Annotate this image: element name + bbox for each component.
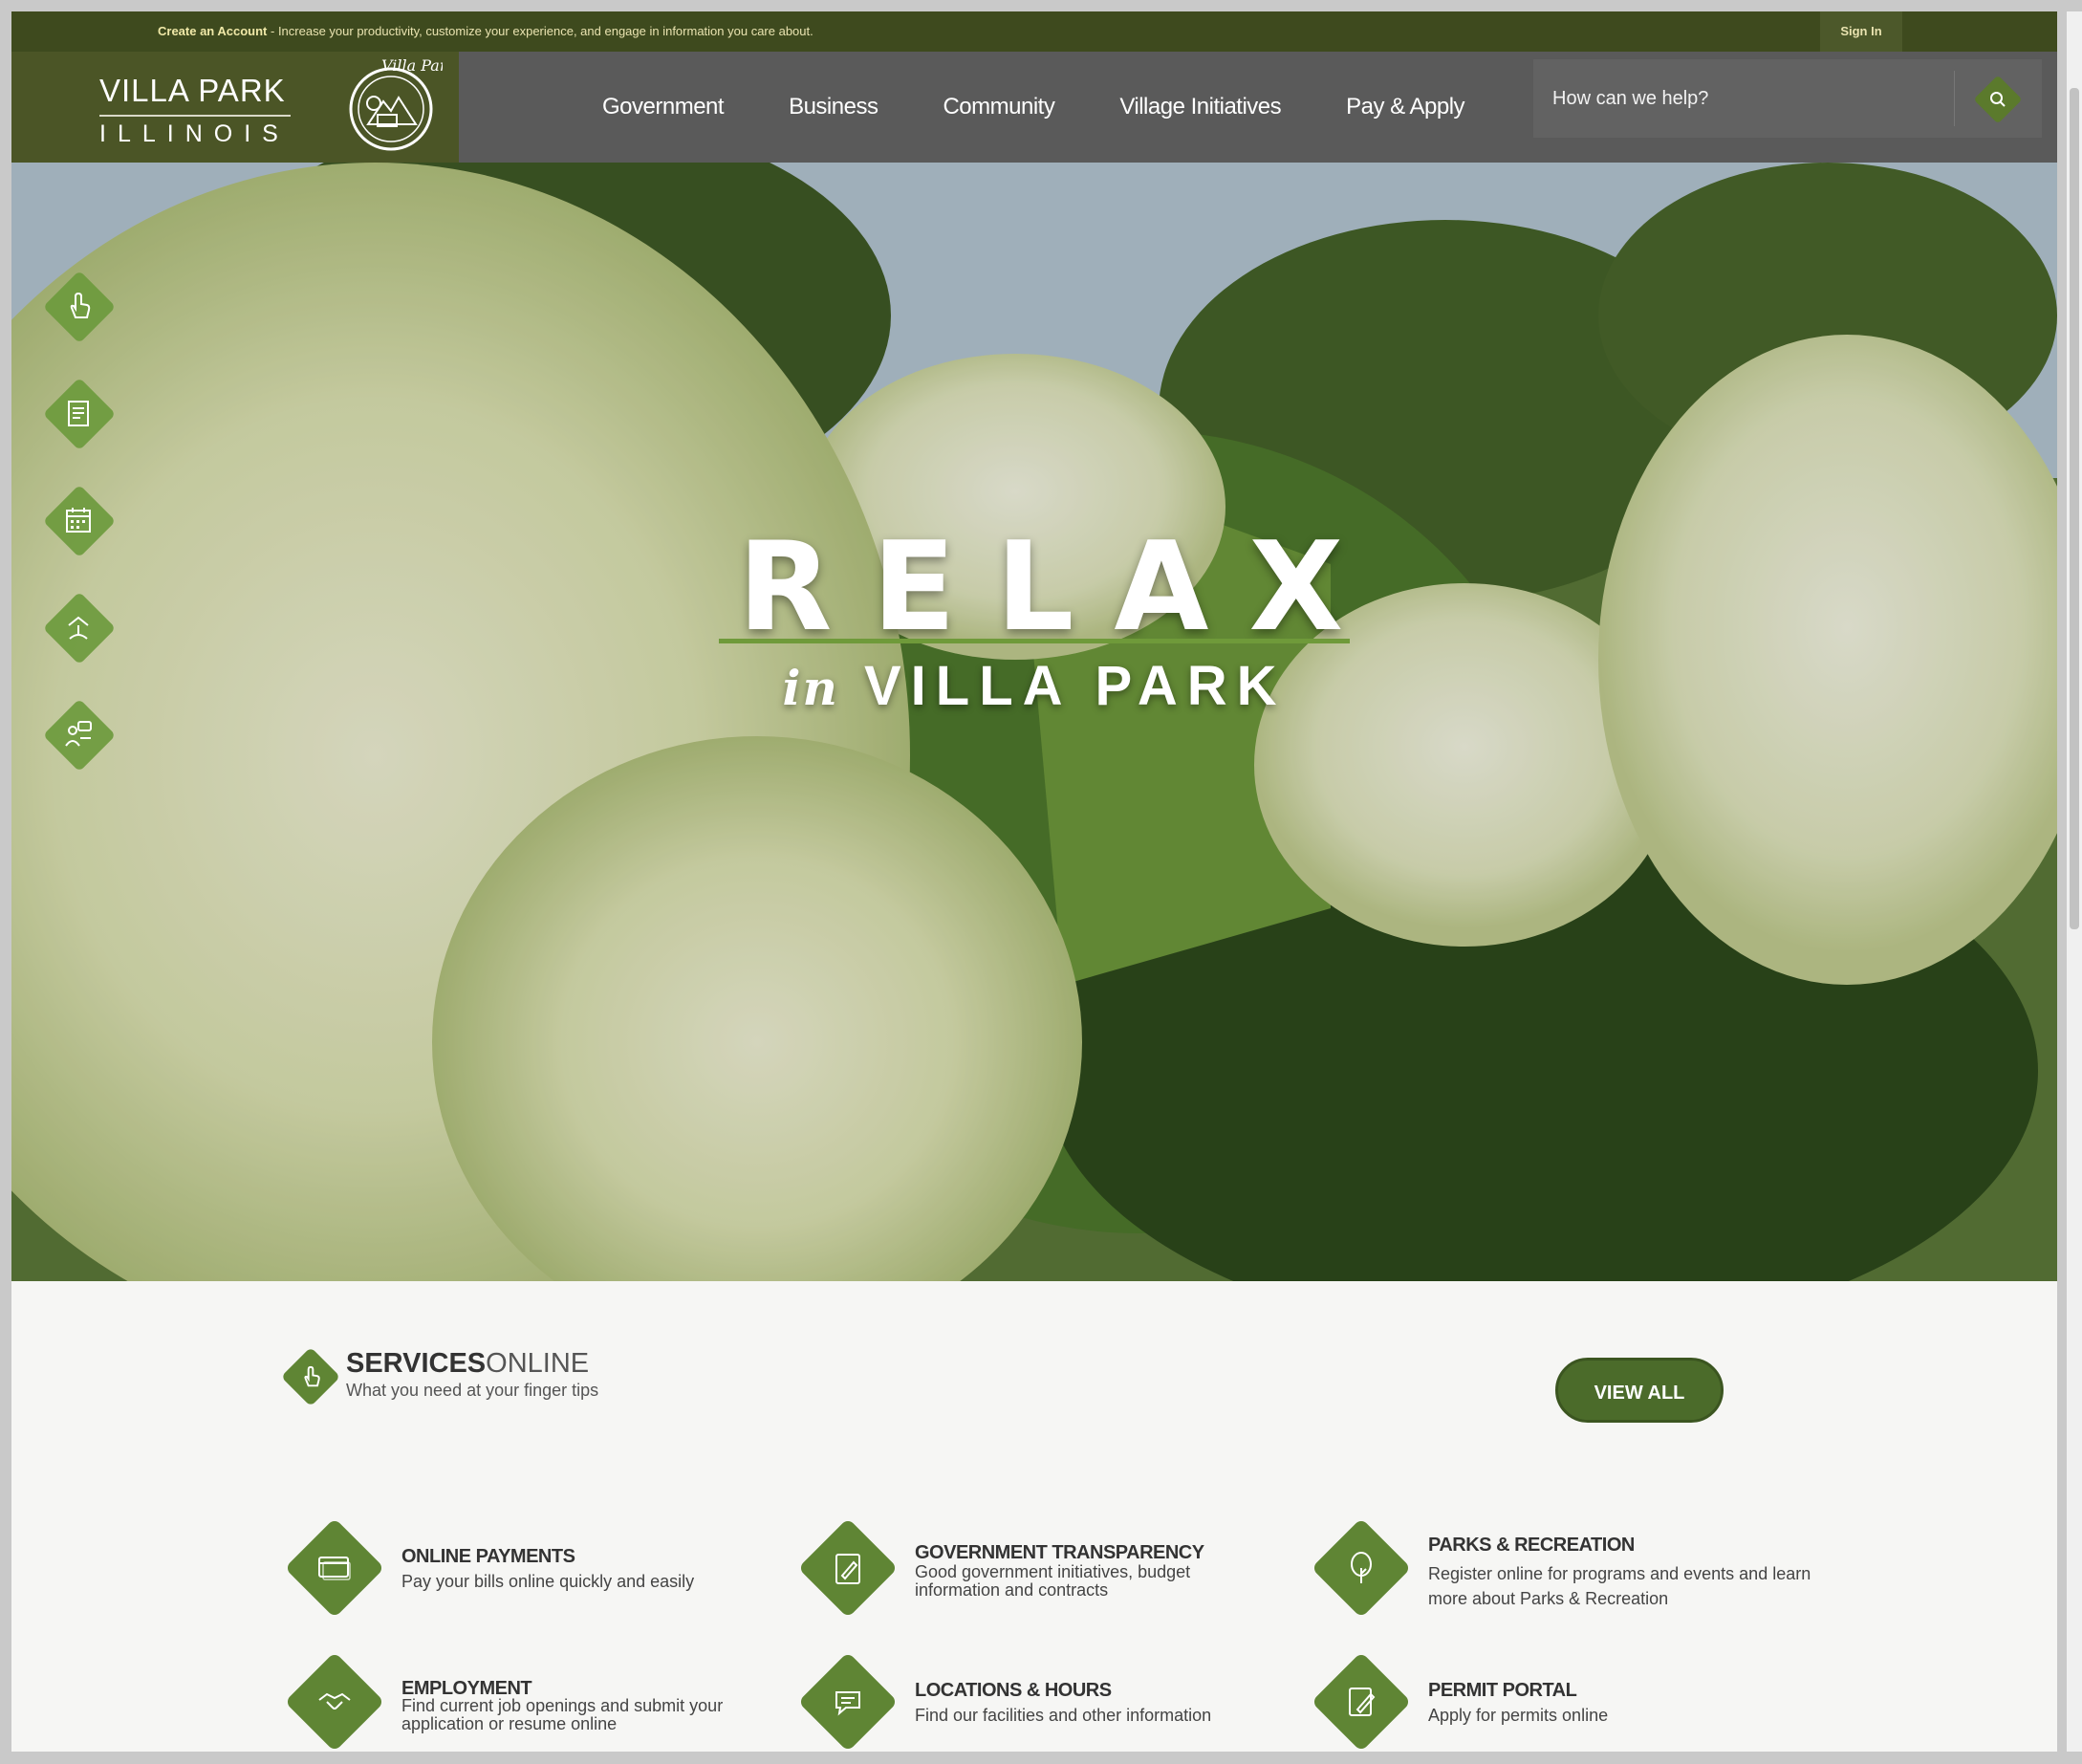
credit-card-icon bbox=[318, 1557, 351, 1580]
search-divider bbox=[1954, 71, 1955, 126]
page: Create an Account - Increase your produc… bbox=[11, 11, 2057, 1752]
hydrangea-photo bbox=[11, 163, 2057, 1281]
tile-icon-badge bbox=[282, 1649, 387, 1752]
logo-name: VILLA PARK bbox=[99, 73, 286, 108]
clipboard-icon bbox=[835, 1554, 860, 1584]
services-online-section: SERVICESONLINE What you need at your fin… bbox=[11, 1281, 2057, 1752]
create-account-link[interactable]: Create an Account bbox=[158, 24, 267, 38]
hero-subtitle-place: VILLA PARK bbox=[863, 655, 1287, 717]
tile-description: Pay your bills online quickly and easily bbox=[401, 1572, 695, 1591]
tile-description: Apply for permits online bbox=[1428, 1706, 1609, 1725]
logo[interactable]: VILLA PARK ILLINOIS Villa Park bbox=[11, 52, 459, 163]
service-tile-permit-portal[interactable]: PERMIT PORTAL Apply for permits online bbox=[1309, 1649, 1806, 1752]
search-box bbox=[1533, 59, 2042, 138]
tile-description: Find current job openings and submit you… bbox=[401, 1696, 724, 1733]
hero-banner: RELAX in VILLA PARK bbox=[11, 163, 2057, 1281]
tile-icon-badge bbox=[282, 1515, 387, 1621]
hero-divider bbox=[719, 639, 1350, 643]
hero-title: RELAX bbox=[11, 516, 2057, 659]
nav-pay-apply[interactable]: Pay & Apply bbox=[1346, 52, 1464, 163]
account-message-text: - Increase your productivity, customize … bbox=[267, 24, 813, 38]
tile-icon-badge bbox=[1309, 1515, 1414, 1621]
tile-title: PARKS & RECREATION bbox=[1428, 1535, 1635, 1556]
service-tile-online-payments[interactable]: ONLINE PAYMENTS Pay your bills online qu… bbox=[282, 1515, 779, 1630]
quick-link-community[interactable] bbox=[40, 696, 117, 773]
tile-title: PERMIT PORTAL bbox=[1428, 1680, 1577, 1701]
logo-divider bbox=[99, 115, 291, 117]
tile-icon-badge bbox=[795, 1649, 900, 1752]
tile-title: ONLINE PAYMENTS bbox=[401, 1546, 575, 1567]
service-tile-employment[interactable]: EMPLOYMENT Find current job openings and… bbox=[282, 1649, 779, 1752]
chat-bubble-icon bbox=[835, 1691, 860, 1716]
account-message: Create an Account - Increase your produc… bbox=[158, 24, 813, 38]
main-nav: Government Business Community Village In… bbox=[602, 52, 1529, 163]
quick-link-services[interactable] bbox=[40, 268, 117, 344]
calendar-icon bbox=[66, 508, 91, 533]
quick-link-government[interactable] bbox=[40, 589, 117, 665]
search-button[interactable] bbox=[1973, 75, 2023, 124]
account-bar: Create an Account - Increase your produc… bbox=[11, 11, 2057, 52]
nav-business[interactable]: Business bbox=[789, 52, 878, 163]
tile-description: Find our facilities and other informatio… bbox=[915, 1706, 1212, 1725]
tile-description: Good government initiatives, budget info… bbox=[915, 1562, 1191, 1600]
services-title-light: ONLINE bbox=[486, 1348, 590, 1379]
hand-pointer-icon bbox=[70, 292, 91, 318]
scrollbar-thumb[interactable] bbox=[2070, 88, 2079, 929]
community-chat-icon bbox=[65, 721, 92, 747]
service-tile-government-transparency[interactable]: GOVERNMENT TRANSPARENCY Good government … bbox=[795, 1515, 1292, 1630]
village-seal-icon: Villa Park bbox=[349, 59, 443, 151]
search-icon bbox=[1990, 92, 2006, 107]
logo-state: ILLINOIS bbox=[99, 120, 290, 147]
services-title-bold: SERVICES bbox=[346, 1348, 487, 1379]
nav-government[interactable]: Government bbox=[602, 52, 725, 163]
services-title: SERVICESONLINE bbox=[346, 1348, 589, 1380]
seal-text: Villa Park bbox=[381, 59, 443, 75]
services-header-badge bbox=[280, 1346, 341, 1407]
landmark-icon bbox=[68, 616, 89, 640]
hand-pointer-icon bbox=[304, 1365, 320, 1387]
tile-title: GOVERNMENT TRANSPARENCY bbox=[915, 1542, 1204, 1563]
nav-community[interactable]: Community bbox=[943, 52, 1054, 163]
services-subtitle: What you need at your finger tips bbox=[346, 1381, 599, 1400]
tile-icon-badge bbox=[795, 1515, 900, 1621]
quick-link-documents[interactable] bbox=[40, 375, 117, 451]
search-input[interactable] bbox=[1552, 80, 1916, 117]
document-icon bbox=[68, 401, 89, 426]
tile-description: Register online for programs and events … bbox=[1428, 1564, 1811, 1608]
service-tile-locations-hours[interactable]: LOCATIONS & HOURS Find our facilities an… bbox=[795, 1649, 1292, 1752]
service-tile-parks-recreation[interactable]: PARKS & RECREATION Register online for p… bbox=[1309, 1515, 1811, 1630]
view-all-button[interactable]: VIEW ALL bbox=[1555, 1358, 1724, 1423]
permit-icon bbox=[1349, 1688, 1376, 1716]
nav-village-initiatives[interactable]: Village Initiatives bbox=[1119, 52, 1281, 163]
tile-icon-badge bbox=[1309, 1649, 1414, 1752]
tile-title: LOCATIONS & HOURS bbox=[915, 1680, 1112, 1701]
tree-icon bbox=[1351, 1552, 1372, 1583]
handshake-icon bbox=[318, 1692, 351, 1710]
page-scrollbar[interactable] bbox=[2067, 11, 2082, 1752]
hero-subtitle: in VILLA PARK bbox=[11, 654, 2057, 718]
hero-title-text: RELAX bbox=[737, 516, 1384, 659]
quick-link-calendar[interactable] bbox=[40, 482, 117, 558]
hero-subtitle-in: in bbox=[782, 660, 839, 716]
site-header: VILLA PARK ILLINOIS Villa Park Governmen… bbox=[11, 52, 2057, 163]
sign-in-button[interactable]: Sign In bbox=[1820, 11, 1902, 52]
